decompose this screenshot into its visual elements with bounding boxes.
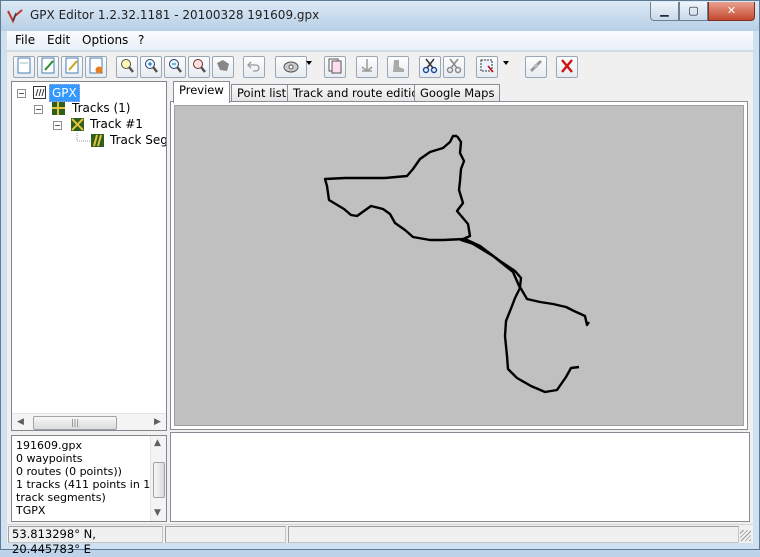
scroll-thumb[interactable] bbox=[153, 462, 165, 498]
collapse-toggle-icon[interactable]: − bbox=[17, 89, 26, 98]
edit-file-alt-icon[interactable] bbox=[61, 56, 83, 78]
scroll-right-icon[interactable]: ▶ bbox=[149, 414, 166, 430]
tree-node-gpx[interactable]: − GPX bbox=[12, 84, 166, 102]
tree-label-tracks: Tracks (1) bbox=[72, 101, 131, 115]
tree-label-track: Track #1 bbox=[90, 117, 143, 131]
boot-icon[interactable] bbox=[387, 56, 409, 78]
app-logo-icon bbox=[7, 9, 23, 24]
info-vertical-scrollbar[interactable]: ▲ ▼ bbox=[150, 436, 166, 521]
undo-icon[interactable] bbox=[243, 56, 265, 78]
menu-edit[interactable]: Edit bbox=[47, 33, 70, 47]
app-window: GPX Editor 1.2.32.1181 - 20100328 191609… bbox=[0, 0, 760, 556]
scroll-down-icon[interactable]: ▼ bbox=[150, 506, 165, 520]
tab-content bbox=[170, 101, 748, 430]
status-bar: 53.813298° N, 20.445783° E bbox=[7, 524, 753, 556]
gpx-tree-view[interactable]: − GPX − Tracks (1) − Track #1 Track Segm… bbox=[11, 81, 167, 431]
info-line: TGPX bbox=[16, 504, 46, 517]
select-area-icon[interactable] bbox=[476, 56, 498, 78]
scissors-gray-icon[interactable] bbox=[443, 56, 465, 78]
title-bar: GPX Editor 1.2.32.1181 - 20100328 191609… bbox=[1, 1, 759, 31]
tree-connector-line bbox=[76, 133, 90, 142]
tab-control: Preview Point list Track and route editi… bbox=[170, 80, 748, 430]
map-region-icon[interactable] bbox=[212, 56, 234, 78]
anchor-icon[interactable] bbox=[356, 56, 378, 78]
status-coordinates: 53.813298° N, 20.445783° E bbox=[8, 526, 163, 556]
tree-label-segment: Track Segment bbox=[110, 133, 167, 147]
tab-google-maps[interactable]: Google Maps bbox=[414, 84, 501, 102]
window-title: GPX Editor 1.2.32.1181 - 20100328 191609… bbox=[30, 8, 320, 22]
client-area: − GPX − Tracks (1) − Track #1 Track Segm… bbox=[7, 80, 753, 556]
toolbar bbox=[7, 51, 753, 80]
tree-node-tracks[interactable]: − Tracks (1) bbox=[12, 101, 166, 117]
tree-horizontal-scrollbar[interactable]: ◀ ||| ▶ bbox=[12, 413, 166, 430]
info-line: 1 tracks (411 points in 1 bbox=[16, 478, 151, 491]
close-button[interactable]: ✕ bbox=[708, 2, 755, 21]
file-orange-icon[interactable] bbox=[85, 56, 107, 78]
tree-node-segment[interactable]: Track Segment bbox=[12, 133, 166, 149]
zoom-in-icon[interactable] bbox=[140, 56, 162, 78]
info-line: 0 waypoints bbox=[16, 452, 83, 465]
info-line: 0 routes (0 points)) bbox=[16, 465, 122, 478]
track-icon bbox=[71, 118, 84, 131]
resize-grip-icon[interactable] bbox=[740, 530, 751, 541]
zoom-fit-icon[interactable] bbox=[116, 56, 138, 78]
scroll-left-icon[interactable]: ◀ bbox=[12, 414, 29, 430]
zoom-out-icon[interactable] bbox=[164, 56, 186, 78]
menu-bar: File Edit Options ? bbox=[7, 31, 753, 50]
scroll-up-icon[interactable]: ▲ bbox=[150, 436, 165, 450]
tree-node-track[interactable]: − Track #1 bbox=[12, 117, 166, 133]
gps-dropdown-arrow-icon[interactable] bbox=[306, 61, 312, 65]
menu-file[interactable]: File bbox=[15, 33, 35, 47]
info-line: 191609.gpx bbox=[16, 439, 82, 452]
status-cell-3 bbox=[288, 526, 739, 543]
gps-device-icon[interactable] bbox=[275, 56, 307, 78]
tab-preview[interactable]: Preview bbox=[173, 81, 230, 103]
select-dropdown-arrow-icon[interactable] bbox=[503, 61, 509, 65]
status-cell-2 bbox=[165, 526, 286, 543]
info-line: track segments) bbox=[16, 491, 106, 504]
gpx-file-icon bbox=[33, 86, 46, 99]
maximize-button[interactable]: ▢ bbox=[679, 2, 708, 21]
copy-pages-icon[interactable] bbox=[324, 56, 346, 78]
menu-options[interactable]: Options bbox=[82, 33, 128, 47]
file-info-panel: 191609.gpx 0 waypoints 0 routes (0 point… bbox=[11, 435, 167, 522]
segment-icon bbox=[91, 134, 104, 147]
scissors-blue-icon[interactable] bbox=[419, 56, 441, 78]
satellite-icon[interactable] bbox=[525, 56, 547, 78]
zoom-reset-icon[interactable] bbox=[188, 56, 210, 78]
edit-file-icon[interactable] bbox=[37, 56, 59, 78]
scroll-thumb[interactable]: ||| bbox=[33, 416, 117, 430]
minimize-button[interactable]: ▁ bbox=[650, 2, 679, 21]
delete-x-icon[interactable] bbox=[556, 56, 578, 78]
collapse-toggle-icon[interactable]: − bbox=[53, 121, 62, 130]
tab-point-list[interactable]: Point list bbox=[231, 84, 293, 102]
tab-track-route-edition[interactable]: Track and route edition bbox=[287, 84, 432, 102]
lower-detail-panel bbox=[170, 432, 750, 522]
collapse-toggle-icon[interactable]: − bbox=[34, 105, 43, 114]
tracks-folder-icon bbox=[52, 102, 65, 115]
track-path bbox=[323, 134, 590, 394]
new-file-icon[interactable] bbox=[13, 56, 35, 78]
menu-help[interactable]: ? bbox=[138, 33, 144, 47]
track-preview-canvas[interactable] bbox=[174, 105, 744, 426]
